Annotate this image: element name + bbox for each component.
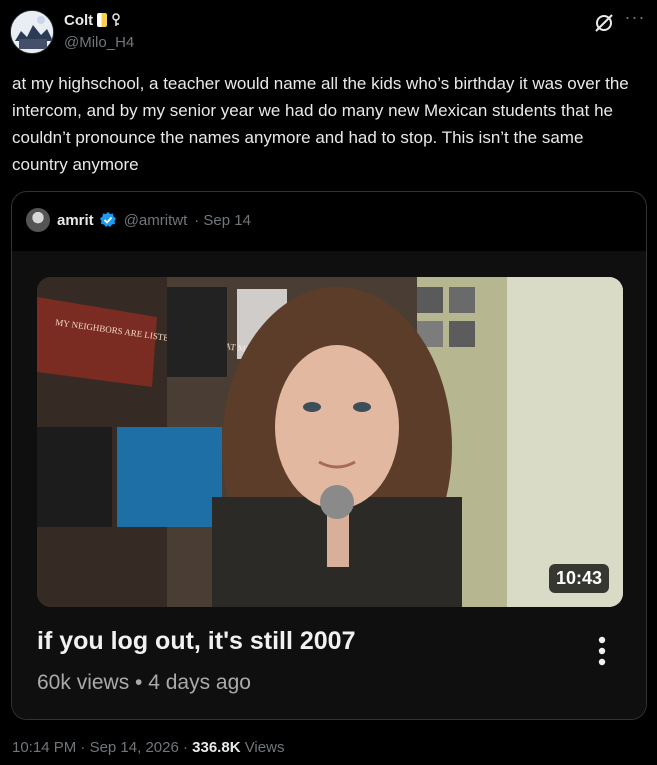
grok-icon[interactable] <box>593 12 615 34</box>
thumbnail-image: MY NEIGHBORS ARE LISTENING TO GREAT MUSI… <box>37 277 623 607</box>
quoted-tweet-date: · Sep 14 <box>194 211 251 229</box>
tweet-text: at my highschool, a teacher would name a… <box>12 74 629 174</box>
video-meta: 60k views • 4 days ago <box>37 671 251 694</box>
quoted-author-handle: @amritwt <box>123 211 188 229</box>
quoted-tweet[interactable]: amrit @amritwt · Sep 14 MY NEIGHBORS ARE… <box>11 191 647 720</box>
author-avatar[interactable] <box>10 10 54 54</box>
video-duration: 10:43 <box>548 564 609 593</box>
footer-separator: · <box>182 739 193 756</box>
video-more-icon[interactable] <box>597 635 607 667</box>
views-count: 336.8K <box>192 739 241 756</box>
more-options-icon[interactable]: ··· <box>624 8 646 32</box>
flag-badge-icon <box>97 13 108 27</box>
author-name[interactable]: Colt <box>64 12 93 29</box>
author-handle[interactable]: @Milo_H4 <box>64 34 134 51</box>
quoted-author-avatar <box>26 208 50 232</box>
verified-icon <box>99 211 117 229</box>
quoted-tweet-header: amrit @amritwt · Sep 14 <box>26 208 251 232</box>
views-label: Views <box>244 739 285 756</box>
video-title[interactable]: if you log out, it's still 2007 <box>37 627 356 656</box>
tweet-time[interactable]: 10:14 PM <box>12 739 76 756</box>
key-badge-icon <box>111 13 121 27</box>
tweet-date[interactable]: Sep 14, 2026 <box>90 739 179 756</box>
tweet-footer: 10:14 PM · Sep 14, 2026 · 336.8K Views <box>12 739 284 756</box>
video-thumbnail[interactable]: MY NEIGHBORS ARE LISTENING TO GREAT MUSI… <box>37 277 623 607</box>
video-card[interactable]: MY NEIGHBORS ARE LISTENING TO GREAT MUSI… <box>12 251 646 719</box>
author-block: Colt @Milo_H4 <box>64 10 134 52</box>
quoted-author-name: amrit <box>57 211 94 229</box>
footer-separator: · <box>80 739 90 756</box>
tweet: Colt @Milo_H4 ··· at my highschool, a te… <box>0 0 657 765</box>
